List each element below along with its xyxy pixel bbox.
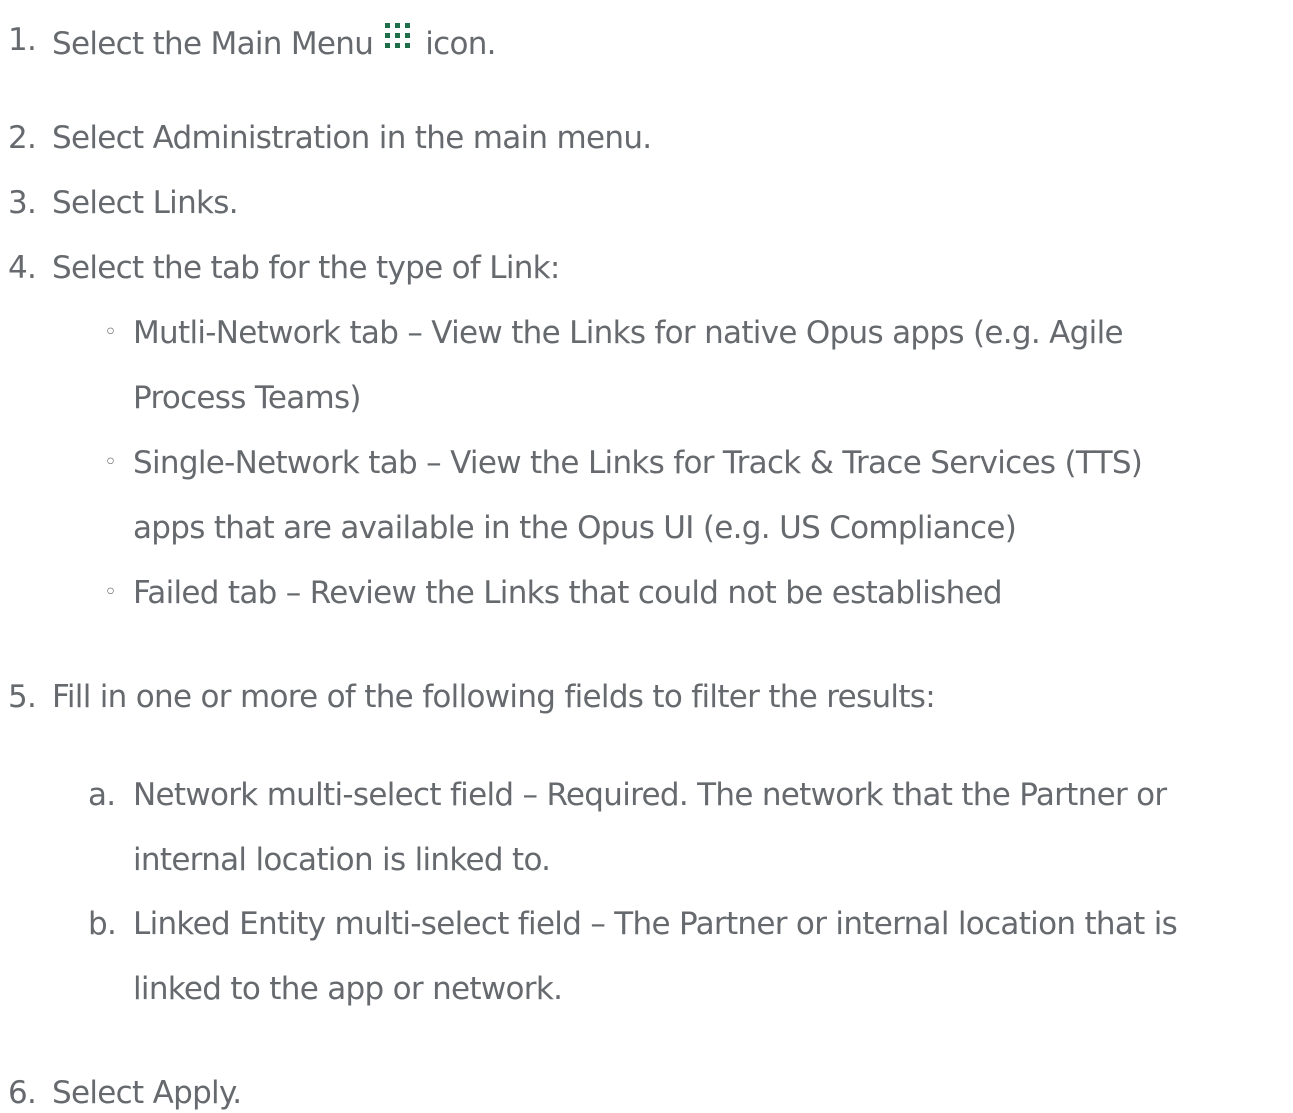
item-network-line2: internal location is linked to.	[133, 842, 551, 878]
step-1-text: Select the Main Menu icon.	[52, 20, 497, 64]
grid-dots-icon	[379, 20, 417, 48]
step-number: 2.	[8, 120, 37, 156]
bullet-single-network-line1: Single-Network tab – View the Links for …	[133, 445, 1143, 481]
step-6-text: Select Apply.	[52, 1075, 242, 1111]
bullet-single-network-line2: apps that are available in the Opus UI (…	[133, 510, 1017, 546]
item-network-line1: Network multi-select field – Required. T…	[133, 777, 1167, 813]
step-1-text-before: Select the Main Menu	[52, 26, 374, 62]
bullet-marker: ◦	[104, 580, 117, 605]
item-linked-entity-line2: linked to the app or network.	[133, 971, 563, 1007]
bullet-marker: ◦	[104, 320, 117, 345]
step-number: 4.	[8, 250, 37, 286]
bullet-failed-line1: Failed tab – Review the Links that could…	[133, 575, 1003, 611]
step-number: 1.	[8, 22, 37, 58]
item-linked-entity-line1: Linked Entity multi-select field – The P…	[133, 906, 1178, 942]
step-number: 3.	[8, 185, 37, 221]
step-3-text: Select Links.	[52, 185, 239, 221]
step-4-text: Select the tab for the type of Link:	[52, 250, 560, 286]
bullet-marker: ◦	[104, 450, 117, 475]
item-marker: b.	[88, 906, 117, 942]
step-2-text: Select Administration in the main menu.	[52, 120, 652, 156]
step-number: 6.	[8, 1075, 37, 1111]
step-5-text: Fill in one or more of the following fie…	[52, 679, 936, 715]
step-1-text-after: icon.	[425, 26, 496, 62]
bullet-multi-network-line2: Process Teams)	[133, 380, 362, 416]
item-marker: a.	[88, 777, 116, 813]
instructions-document: 1. Select the Main Menu icon. 2. Select …	[0, 0, 1293, 1111]
bullet-multi-network-line1: Mutli-Network tab – View the Links for n…	[133, 315, 1124, 351]
step-number: 5.	[8, 679, 37, 715]
